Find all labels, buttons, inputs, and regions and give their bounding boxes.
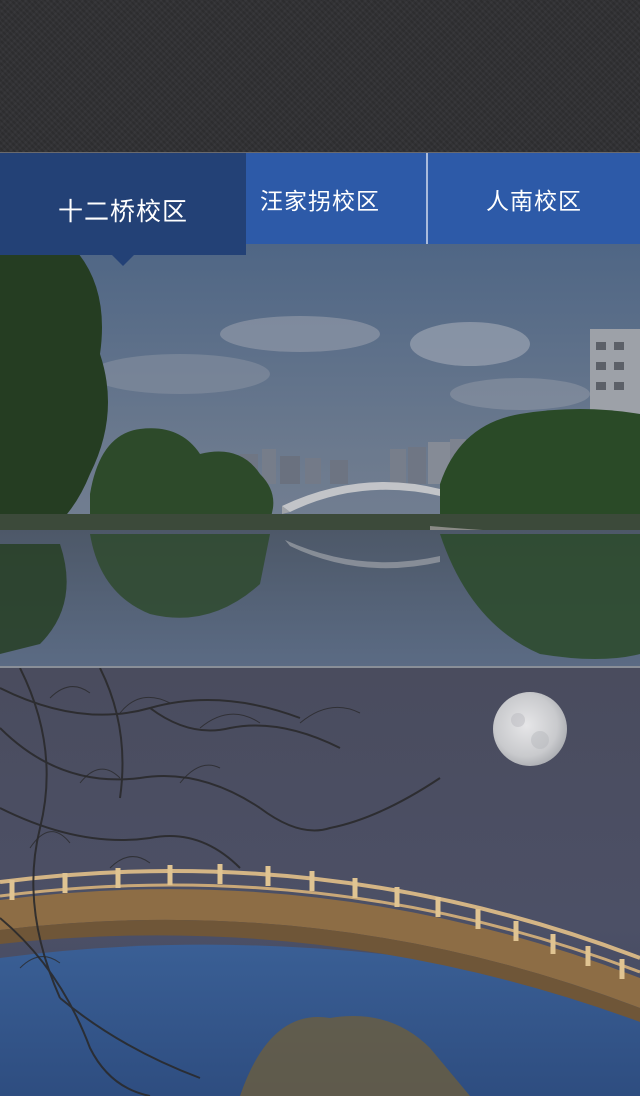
campus-tab-bar: 十二桥校区 汪家拐校区 人南校区 xyxy=(0,153,640,266)
tab-wangjiaguai-campus[interactable]: 汪家拐校区 xyxy=(246,153,426,244)
tab-rennan-campus[interactable]: 人南校区 xyxy=(428,153,640,244)
tab-label: 人南校区 xyxy=(486,188,582,215)
tab-label: 十二桥校区 xyxy=(57,197,188,226)
moon-arch-bridge-night-photo[interactable] xyxy=(0,668,640,1096)
top-header-bar xyxy=(0,0,640,153)
campus-lake-bridge-photo[interactable] xyxy=(0,244,640,666)
active-tab-indicator xyxy=(112,255,134,266)
tab-label: 汪家拐校区 xyxy=(260,188,380,215)
tab-shierqiao-campus[interactable]: 十二桥校区 xyxy=(0,153,246,266)
